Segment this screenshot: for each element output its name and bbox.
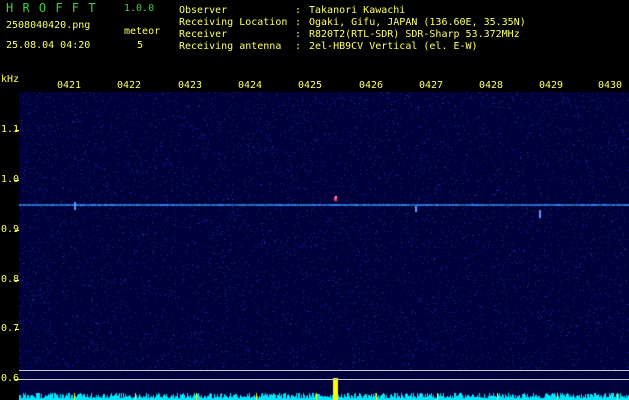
x-tick-label: 0430 [598,80,623,91]
x-tick-label: 0427 [419,80,444,91]
x-tick-label: 0422 [117,80,142,91]
spectrogram-canvas [19,92,629,400]
info-value-observer: Takanori Kawachi [309,5,406,16]
meteor-count: 5 [137,40,144,51]
info-separator: : [295,29,302,40]
y-tick-mark [15,130,19,131]
filename: 2508040420.png [6,20,91,31]
info-value-location: Ogaki, Gifu, JAPAN (136.60E, 35.35N) [309,17,526,28]
x-tick-label: 0426 [359,80,384,91]
y-tick-mark [15,280,19,281]
y-tick-mark [15,329,19,330]
app-version: 1.0.0 [124,3,155,14]
info-separator: : [295,17,302,28]
info-separator: : [295,41,302,52]
datetime: 25.08.04 04:20 [6,40,91,51]
app-name: H R O F F T [6,1,97,15]
x-tick-label: 0423 [178,80,203,91]
meteor-label: meteor [124,26,161,37]
info-separator: : [295,5,302,16]
y-axis-unit: kHz [1,74,20,85]
info-value-antenna: 2el-HB9CV Vertical (el. E-W) [309,41,478,52]
reference-line [19,379,629,380]
x-tick-label: 0424 [238,80,263,91]
x-tick-label: 0429 [539,80,564,91]
y-tick-mark [15,230,19,231]
x-tick-label: 0428 [479,80,504,91]
x-tick-label: 0421 [57,80,82,91]
info-value-receiver: R820T2(RTL-SDR) SDR-Sharp 53.372MHz [309,29,520,40]
info-label-receiver: Receiver [179,29,228,40]
info-label-location: Receiving Location [179,17,288,28]
info-label-observer: Observer [179,5,228,16]
reference-line [19,370,629,371]
info-label-antenna: Receiving antenna [179,41,282,52]
y-tick-mark [15,180,19,181]
x-tick-label: 0425 [298,80,323,91]
